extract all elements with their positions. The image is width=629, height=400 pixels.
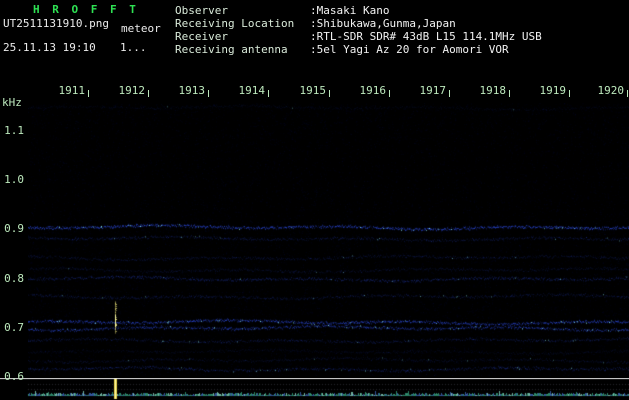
x-tick-mark <box>88 90 89 97</box>
x-tick-mark <box>208 90 209 97</box>
x-tick-label: 1912 <box>118 84 146 97</box>
y-tick-label: 0.6 <box>4 370 24 383</box>
y-axis-unit-label: kHz <box>2 96 22 109</box>
field-label-observer: Observer <box>175 4 228 17</box>
field-value-observer: :Masaki Kano <box>310 4 390 17</box>
mode-label: meteor <box>121 22 161 35</box>
y-tick-label: 1.1 <box>4 124 24 137</box>
output-filename: UT2511131910.png <box>3 17 109 30</box>
y-tick-label: 1.0 <box>4 173 24 186</box>
x-tick-label: 1916 <box>359 84 387 97</box>
x-tick-label: 1917 <box>419 84 447 97</box>
x-tick-mark <box>627 90 628 97</box>
y-tick-label: 0.8 <box>4 272 24 285</box>
x-tick-label: 1911 <box>58 84 86 97</box>
y-tick-label: 0.7 <box>4 321 24 334</box>
x-tick-mark <box>569 90 570 97</box>
field-value-receiving-location: :Shibukawa,Gunma,Japan <box>310 17 456 30</box>
counter: 1... <box>120 41 147 54</box>
field-label-receiving-antenna: Receiving antenna <box>175 43 288 56</box>
y-tick-label: 0.9 <box>4 222 24 235</box>
timestamp: 25.11.13 19:10 <box>3 41 96 54</box>
field-label-receiver: Receiver <box>175 30 228 43</box>
x-tick-mark <box>329 90 330 97</box>
field-value-receiving-antenna: :5el Yagi Az 20 for Aomori VOR <box>310 43 509 56</box>
x-tick-label: 1914 <box>238 84 266 97</box>
x-tick-mark <box>389 90 390 97</box>
app-title: H R O F F T <box>33 3 139 16</box>
field-value-receiver: :RTL-SDR SDR# 43dB L15 114.1MHz USB <box>310 30 542 43</box>
x-tick-mark <box>268 90 269 97</box>
signal-level-strip <box>0 378 629 400</box>
x-tick-label: 1920 <box>597 84 625 97</box>
field-label-receiving-location: Receiving Location <box>175 17 295 30</box>
spectrogram-canvas <box>28 103 629 376</box>
x-tick-mark <box>148 90 149 97</box>
x-tick-mark <box>449 90 450 97</box>
x-tick-mark <box>509 90 510 97</box>
x-tick-label: 1913 <box>178 84 206 97</box>
x-tick-label: 1919 <box>539 84 567 97</box>
x-tick-label: 1915 <box>299 84 327 97</box>
x-tick-label: 1918 <box>479 84 507 97</box>
hrofft-output: H R O F F T UT2511131910.png meteor 25.1… <box>0 0 629 400</box>
